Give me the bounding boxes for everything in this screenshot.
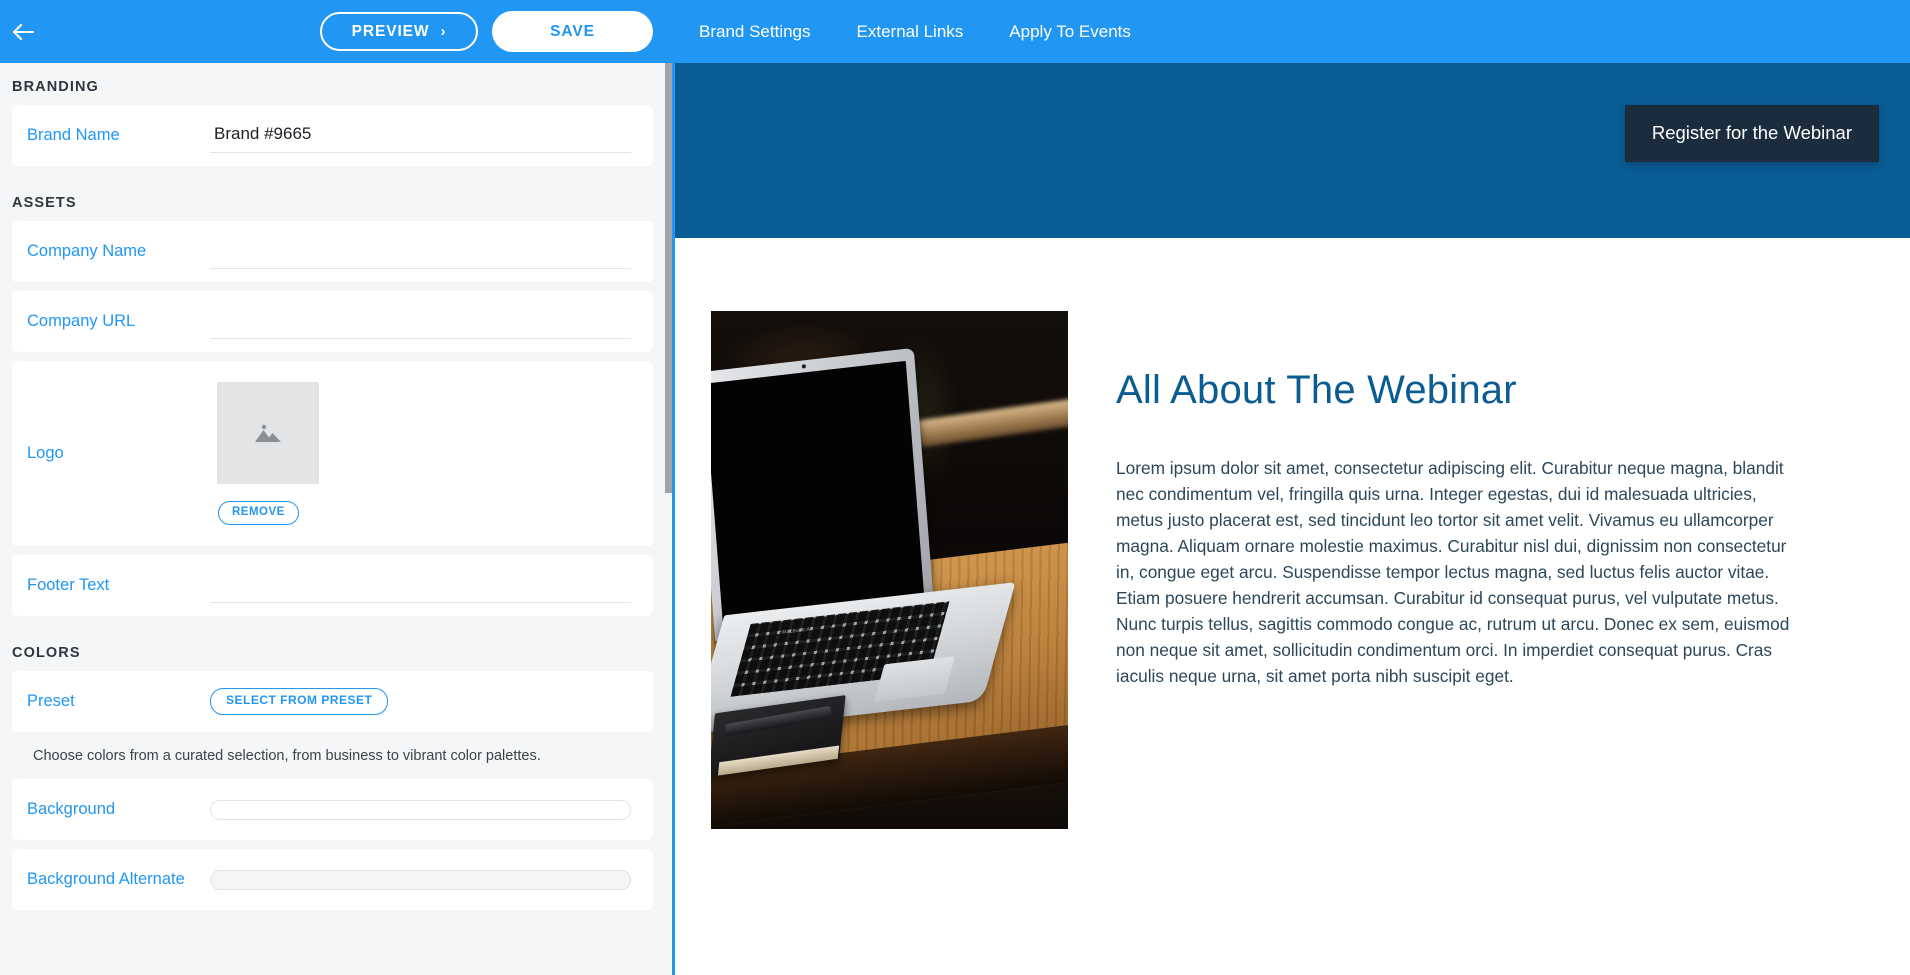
field-row-footer-text: Footer Text [12, 555, 653, 616]
image-placeholder-icon [253, 420, 283, 446]
label-brand-name: Brand Name [27, 126, 120, 144]
brand-name-input[interactable] [210, 118, 631, 153]
footer-text-input[interactable] [210, 568, 631, 603]
arrow-left-icon [12, 23, 34, 41]
field-row-brand-name: Brand Name [12, 105, 653, 166]
section-title-branding: BRANDING [12, 79, 99, 95]
select-from-preset-button[interactable]: SELECT FROM PRESET [210, 688, 389, 715]
label-footer-text: Footer Text [27, 576, 110, 594]
field-row-company-url: Company URL [12, 291, 653, 352]
preview-photo-column: MacBook Air [711, 311, 1068, 829]
background-color-swatch[interactable] [210, 799, 631, 820]
save-button[interactable]: SAVE [492, 11, 653, 52]
preset-helper-text: Choose colors from a curated selection, … [33, 748, 541, 764]
remove-logo-button[interactable]: REMOVE [218, 501, 299, 525]
back-button[interactable] [0, 0, 46, 63]
label-company-name: Company Name [27, 242, 147, 260]
sidebar-scrollbar-thumb[interactable] [665, 63, 672, 493]
section-title-assets: ASSETS [12, 195, 77, 211]
nav-link-external-links[interactable]: External Links [857, 22, 964, 42]
label-preset: Preset [27, 692, 75, 710]
logo-thumbnail[interactable] [217, 382, 319, 485]
field-row-company-name: Company Name [12, 221, 653, 282]
label-company-url: Company URL [27, 312, 136, 330]
preview-button-label: PREVIEW [351, 22, 430, 40]
section-title-colors: COLORS [12, 645, 81, 661]
company-url-input[interactable] [210, 304, 631, 339]
preview-text-column: All About The Webinar Lorem ipsum dolor … [1068, 311, 1876, 829]
label-background-alternate: Background Alternate [27, 870, 185, 888]
preview-button[interactable]: PREVIEW › [320, 12, 478, 51]
logo-upload-area[interactable]: REMOVE [210, 382, 319, 525]
company-name-input[interactable] [210, 234, 631, 269]
label-logo: Logo [27, 444, 64, 462]
macbook-on-wooden-desk-photo: MacBook Air [711, 311, 1068, 829]
webinar-title: All About The Webinar [1116, 368, 1517, 412]
top-toolbar: PREVIEW › SAVE Brand Settings External L… [0, 0, 1910, 63]
label-background: Background [27, 800, 116, 818]
save-button-label: SAVE [550, 22, 595, 40]
preview-hero-banner: Register for the Webinar [675, 63, 1910, 238]
nav-link-apply-to-events[interactable]: Apply To Events [1009, 22, 1131, 42]
chevron-right-icon: › [440, 23, 447, 40]
field-row-background-alternate: Background Alternate [12, 849, 653, 910]
field-row-logo: Logo REMOVE [12, 361, 653, 546]
preview-content: MacBook Air All About The Webinar Lorem … [675, 238, 1910, 829]
top-nav: Brand Settings External Links Apply To E… [699, 0, 1177, 63]
register-for-webinar-button[interactable]: Register for the Webinar [1624, 105, 1879, 162]
settings-sidebar: BRANDING Brand Name ASSETS Company Name … [0, 63, 665, 975]
brand-preview-pane: Register for the Webinar MacBook Air All… [675, 63, 1910, 975]
field-row-preset: Preset SELECT FROM PRESET [12, 671, 653, 732]
field-row-background: Background [12, 779, 653, 840]
webinar-body-text: Lorem ipsum dolor sit amet, consectetur … [1116, 458, 1790, 686]
background-alternate-color-swatch[interactable] [210, 869, 631, 890]
nav-link-brand-settings[interactable]: Brand Settings [699, 22, 811, 42]
